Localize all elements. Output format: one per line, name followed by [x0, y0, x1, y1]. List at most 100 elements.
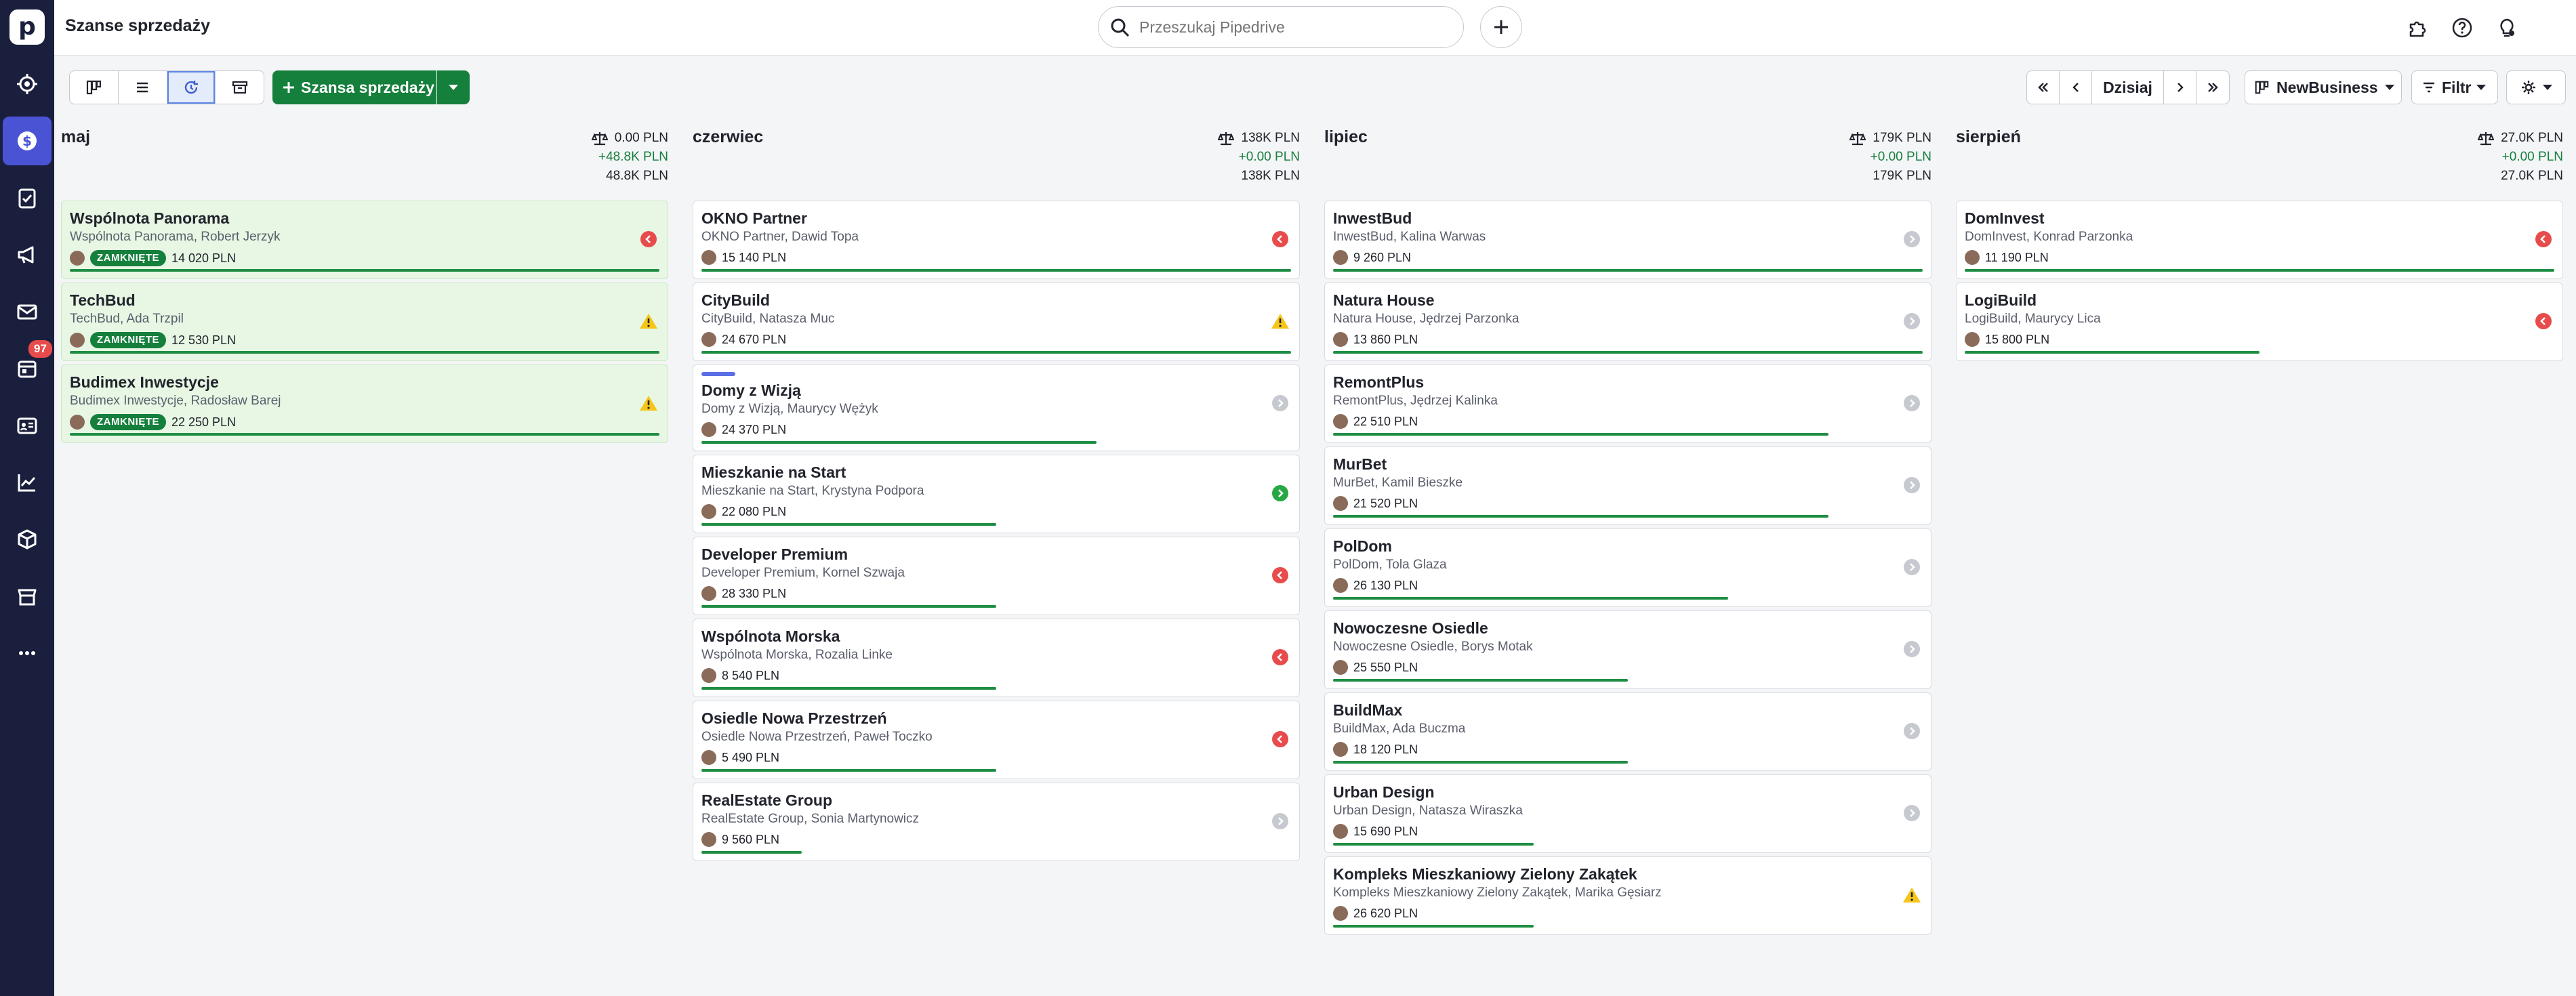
deal-card[interactable]: CityBuild CityBuild, Natasza Muc 24 670 PL… — [693, 283, 1300, 361]
sidebar-item-campaigns[interactable] — [3, 230, 52, 279]
activity-status[interactable] — [1902, 804, 1921, 823]
search-box[interactable] — [1098, 6, 1464, 48]
sidebar-item-marketplace[interactable] — [3, 572, 52, 621]
extensions-button[interactable] — [2405, 15, 2430, 41]
help-button[interactable] — [2449, 15, 2475, 41]
column-summary: 179K PLN +0.00 PLN 179K PLN — [1849, 129, 1931, 186]
deal-card[interactable]: Urban Design Urban Design, Natasza Wirasz… — [1324, 774, 1931, 853]
first-period-button[interactable] — [2027, 71, 2060, 104]
deal-card[interactable]: Osiedle Nowa Przestrzeń Osiedle Nowa Prze… — [693, 701, 1300, 779]
sidebar-item-mail[interactable] — [3, 287, 52, 336]
activity-status[interactable] — [1271, 812, 1290, 831]
dollar-icon: $ — [18, 131, 37, 150]
deal-card[interactable]: Wspólnota Morska Wspólnota Morska, Rozali… — [693, 619, 1300, 697]
deal-card[interactable]: Developer Premium Developer Premium, Korn… — [693, 537, 1300, 615]
deal-card[interactable]: Mieszkanie na Start Mieszkanie na Start, … — [693, 455, 1300, 533]
deal-card[interactable]: Domy z Wizją Domy z Wizją, Maurycy Wężyk 2… — [693, 365, 1300, 451]
filter-button[interactable]: Filtr — [2411, 70, 2498, 104]
column-summary: 138K PLN +0.00 PLN 138K PLN — [1218, 129, 1300, 186]
activity-status[interactable] — [1902, 640, 1921, 659]
activity-status[interactable] — [2534, 312, 2553, 331]
activity-status[interactable] — [1902, 722, 1921, 741]
activity-status[interactable] — [639, 394, 658, 413]
deal-card[interactable]: Wspólnota Panorama Wspólnota Panorama, Ro… — [61, 201, 668, 279]
search-input[interactable] — [1139, 16, 1451, 38]
list-view-button[interactable] — [119, 71, 167, 104]
deal-value: 22 250 PLN — [171, 415, 237, 429]
activity-status[interactable] — [1271, 566, 1290, 585]
deal-card-list: InwestBud InwestBud, Kalina Warwas 9 260 P… — [1324, 201, 1931, 938]
activity-status[interactable] — [1271, 312, 1290, 331]
owner-avatar — [1333, 250, 1348, 265]
sidebar-item-contacts[interactable] — [3, 401, 52, 450]
column-header: lipiec 179K PLN +0.00 PLN 179K PLN — [1319, 119, 1937, 201]
activity-status[interactable] — [639, 312, 658, 331]
sidebar-item-leads[interactable] — [3, 60, 52, 108]
activity-status[interactable] — [2534, 230, 2553, 249]
sidebar-item-products[interactable] — [3, 515, 52, 564]
pipeline-select-label: NewBusiness — [2276, 78, 2378, 96]
sidebar-item-more[interactable] — [3, 629, 52, 678]
activity-status[interactable] — [1902, 886, 1921, 905]
today-button[interactable]: Dzisiaj — [2092, 71, 2164, 104]
no-activity-status-icon — [1904, 641, 1920, 657]
activity-status[interactable] — [1271, 648, 1290, 667]
activity-status[interactable] — [639, 230, 658, 249]
tips-button[interactable] — [2494, 15, 2520, 41]
overdue-status-icon — [640, 231, 657, 247]
activity-status[interactable] — [1271, 730, 1290, 749]
deal-meta: 26 130 PLN — [1333, 578, 1418, 593]
owner-avatar — [70, 415, 85, 430]
archive-view-button[interactable] — [216, 71, 264, 104]
deal-subtitle: Developer Premium, Kornel Szwaja — [701, 566, 905, 580]
sidebar-item-insights[interactable] — [3, 458, 52, 507]
activity-status[interactable] — [1902, 394, 1921, 413]
owner-avatar — [1333, 824, 1348, 839]
deal-card[interactable]: RemontPlus RemontPlus, Jędrzej Kalinka 22 … — [1324, 365, 1931, 443]
next-period-button[interactable] — [2164, 71, 2196, 104]
activity-status[interactable] — [1902, 312, 1921, 331]
pipeline-view-button[interactable] — [70, 71, 119, 104]
deal-card[interactable]: InwestBud InwestBud, Kalina Warwas 9 260 P… — [1324, 201, 1931, 279]
deal-title: Domy z Wizją — [701, 381, 801, 399]
activity-status[interactable] — [1271, 484, 1290, 503]
deal-card[interactable]: BuildMax BuildMax, Ada Buczma 18 120 PLN — [1324, 692, 1931, 771]
activity-status[interactable] — [1902, 230, 1921, 249]
add-deal-button[interactable]: Szansa sprzedaży — [272, 70, 436, 104]
chart-icon — [18, 474, 36, 492]
owner-avatar — [701, 750, 716, 765]
deal-card[interactable]: TechBud TechBud, Ada Trzpil ZAMKNIĘTE 12 53… — [61, 283, 668, 361]
sidebar-item-deals[interactable]: $ — [3, 117, 52, 165]
forecast-view-button[interactable] — [167, 71, 216, 104]
column-sum-weighted: +0.00 PLN — [2501, 150, 2563, 164]
add-deal-dropdown[interactable] — [437, 70, 470, 104]
deal-card[interactable]: DomInvest DomInvest, Konrad Parzonka 11 19… — [1956, 201, 2563, 279]
quick-add-button[interactable] — [1480, 6, 1522, 48]
deal-card[interactable]: Natura House Natura House, Jędrzej Parzon… — [1324, 283, 1931, 361]
deal-card[interactable]: OKNO Partner OKNO Partner, Dawid Topa 15 1… — [693, 201, 1300, 279]
activity-status[interactable] — [1902, 476, 1921, 495]
last-period-button[interactable] — [2196, 71, 2229, 104]
deal-meta: 11 190 PLN — [1965, 250, 2049, 265]
pipedrive-logo[interactable]: p — [9, 9, 45, 45]
previous-period-button[interactable] — [2060, 71, 2092, 104]
activity-status[interactable] — [1271, 230, 1290, 249]
deal-card[interactable]: PolDom PolDom, Tola Glaza 26 130 PLN — [1324, 528, 1931, 607]
sidebar-item-calendar[interactable]: 97 — [3, 339, 54, 393]
settings-button[interactable] — [2506, 70, 2566, 104]
deal-card[interactable]: Nowoczesne Osiedle Nowoczesne Osiedle, Bo… — [1324, 610, 1931, 689]
deal-value: 22 510 PLN — [1353, 414, 1418, 428]
activity-status[interactable] — [1902, 558, 1921, 577]
deal-subtitle: Urban Design, Natasza Wiraszka — [1333, 804, 1523, 818]
pipeline-select[interactable]: NewBusiness — [2245, 70, 2402, 104]
deal-card[interactable]: Kompleks Mieszkaniowy Zielony Zakątek Kom… — [1324, 856, 1931, 935]
sidebar-item-activities[interactable] — [3, 173, 52, 222]
activity-status[interactable] — [1271, 394, 1290, 413]
deal-card[interactable]: MurBet MurBet, Kamil Bieszke 21 520 PLN — [1324, 447, 1931, 525]
deal-meta: ZAMKNIĘTE 14 020 PLN — [70, 250, 236, 266]
deal-progress-bar — [1333, 679, 1628, 682]
double-chevron-right-icon — [2208, 83, 2218, 92]
deal-card[interactable]: LogiBuild LogiBuild, Maurycy Lica 15 800 P… — [1956, 283, 2563, 361]
deal-card[interactable]: Budimex Inwestycje Budimex Inwestycje, Ra… — [61, 365, 668, 443]
deal-card[interactable]: RealEstate Group RealEstate Group, Sonia … — [693, 783, 1300, 861]
